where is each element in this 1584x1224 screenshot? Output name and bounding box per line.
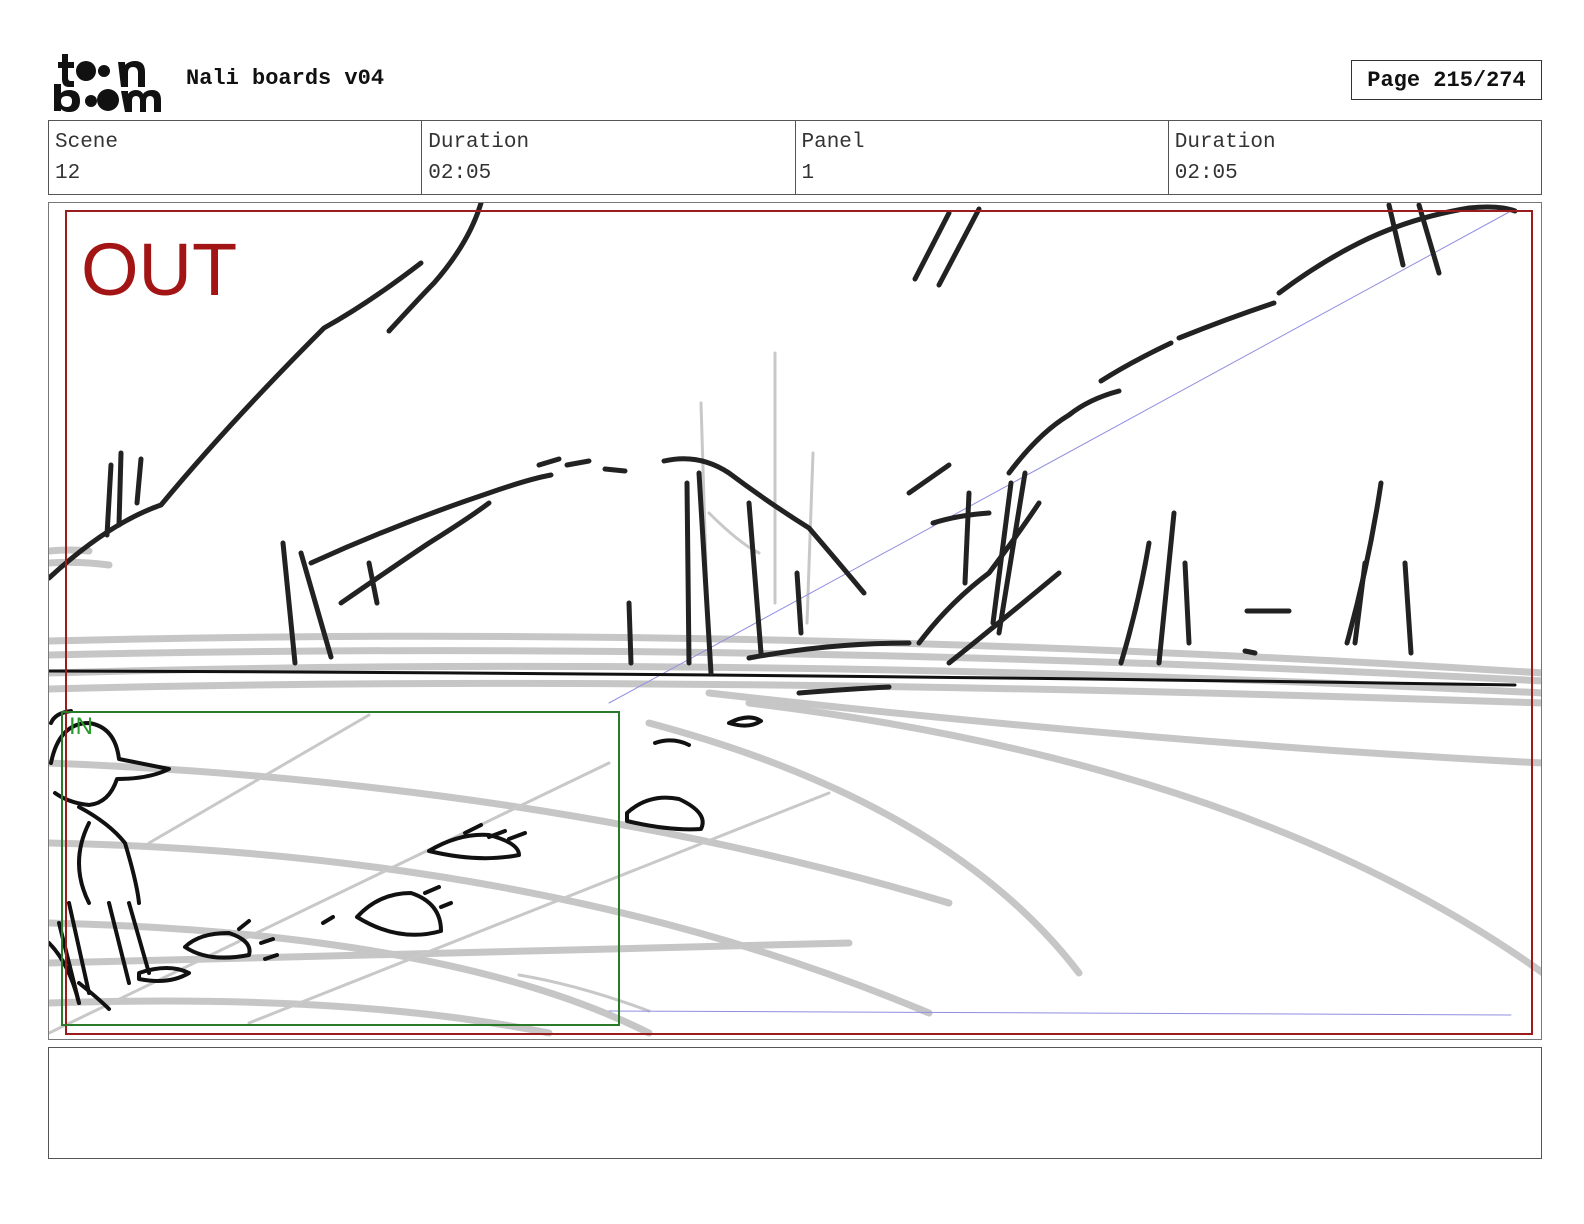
sketch-drawing bbox=[49, 203, 1541, 1037]
scene-duration-cell: Duration 02:05 bbox=[421, 121, 794, 194]
scene-label: Scene bbox=[55, 131, 119, 154]
storyboard-panel: OUT IN bbox=[48, 202, 1542, 1040]
panel-cell: Panel 1 bbox=[794, 121, 1168, 194]
scene-duration-value: 02:05 bbox=[428, 162, 492, 185]
camera-out-label: OUT bbox=[81, 228, 238, 311]
scene-duration-label: Duration bbox=[428, 131, 530, 154]
toon-boom-logo bbox=[52, 50, 164, 112]
scene-cell: Scene 12 bbox=[49, 121, 421, 194]
panel-label: Panel bbox=[801, 131, 865, 154]
scene-value: 12 bbox=[55, 162, 81, 185]
panel-info-table: Scene 12 Duration 02:05 Panel 1 Duration… bbox=[48, 120, 1542, 195]
document-title: Nali boards v04 bbox=[186, 66, 385, 91]
panel-duration-label: Duration bbox=[1174, 131, 1276, 154]
panel-duration-value: 02:05 bbox=[1174, 162, 1238, 185]
page-number: Page 215/274 bbox=[1351, 60, 1542, 100]
panel-duration-cell: Duration 02:05 bbox=[1167, 121, 1541, 194]
panel-notes-box[interactable] bbox=[48, 1047, 1542, 1159]
panel-value: 1 bbox=[801, 162, 815, 185]
camera-in-label: IN bbox=[69, 713, 93, 740]
